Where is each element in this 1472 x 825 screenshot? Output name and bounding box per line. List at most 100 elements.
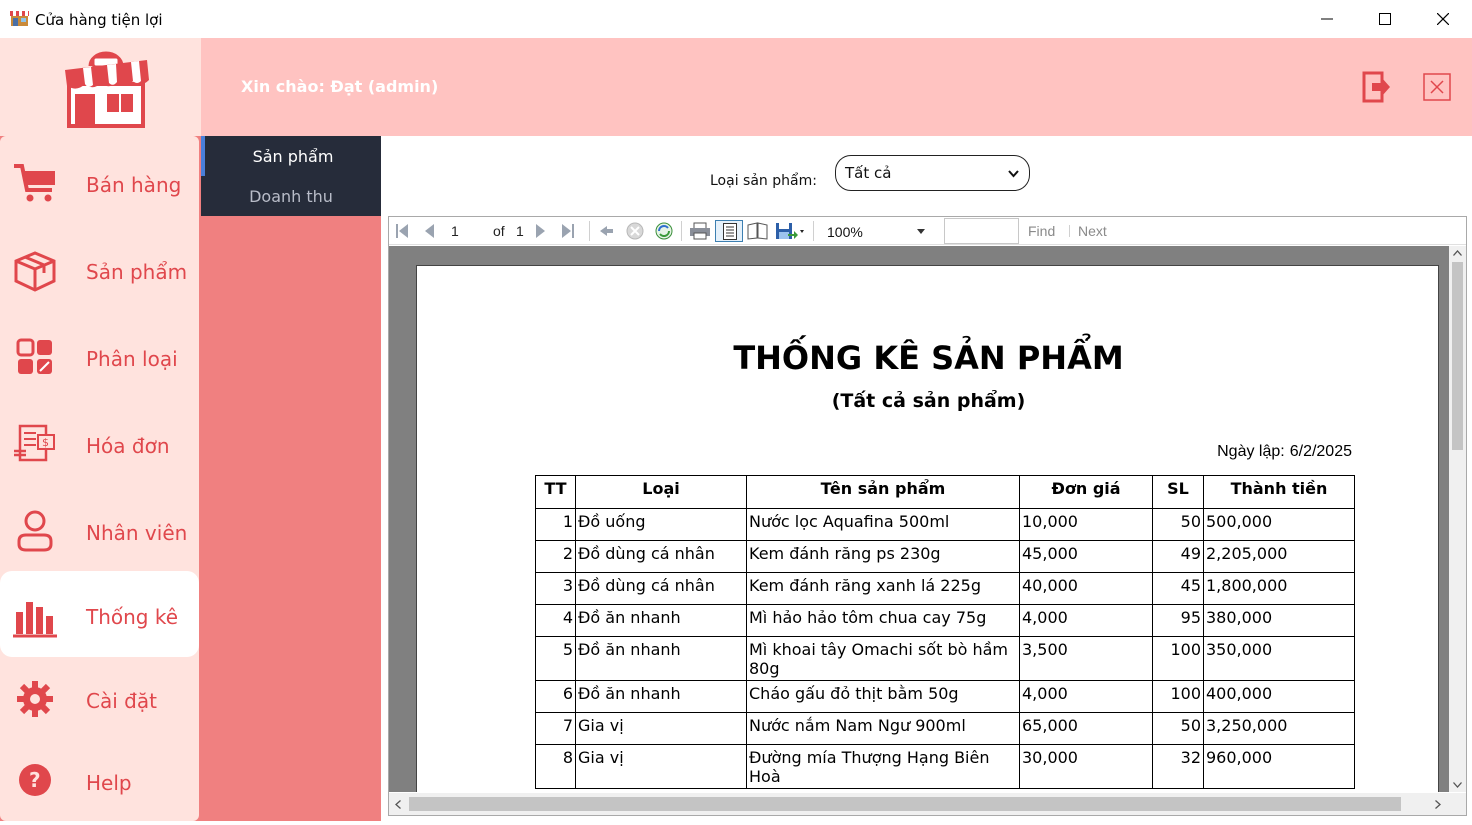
cell-loai: Đồ ăn nhanh [575, 604, 747, 637]
find-button[interactable]: Find [1028, 223, 1055, 239]
toolbar-separator [813, 221, 814, 241]
sidebar-item-label: Bán hàng [86, 173, 182, 197]
sidebar-item-label: Hóa đơn [86, 434, 170, 458]
store-app-icon [10, 11, 29, 26]
print-icon[interactable] [689, 222, 711, 240]
sidebar-item-nhan-vien[interactable]: Nhân viên [0, 488, 199, 574]
report-title: THỐNG KÊ SẢN PHẨM [733, 339, 1124, 377]
sidebar-item-ban-hang[interactable]: Bán hàng [0, 140, 199, 226]
page-setup-icon[interactable] [747, 222, 769, 240]
report-table: TT Loại Tên sản phẩm Đơn giá SL Thành ti… [535, 475, 1355, 789]
last-page-icon[interactable] [561, 222, 575, 240]
close-window-button[interactable] [1414, 0, 1472, 38]
back-icon[interactable] [598, 222, 614, 240]
cell-thanh-tien: 500,000 [1203, 508, 1355, 541]
exit-button[interactable] [1422, 71, 1452, 103]
horizontal-scrollbar[interactable] [389, 793, 1449, 815]
table-row: 2 Đồ dùng cá nhân Kem đánh răng ps 230g 45,… [535, 540, 1355, 573]
toolbar-separator [1069, 225, 1070, 237]
scroll-right-icon[interactable] [1435, 800, 1441, 809]
toolbar-separator [681, 221, 682, 241]
submenu: Sản phẩm Doanh thu [201, 136, 381, 821]
sidebar-item-san-pham[interactable]: Sản phẩm [0, 227, 199, 313]
scroll-down-icon[interactable] [1453, 782, 1462, 788]
cell-tt: 8 [535, 744, 576, 789]
cell-thanh-tien: 2,205,000 [1203, 540, 1355, 573]
logout-button[interactable] [1362, 71, 1392, 103]
chevron-down-icon [917, 229, 925, 234]
previous-page-icon[interactable] [423, 222, 435, 240]
cell-loai: Đồ ăn nhanh [575, 680, 747, 713]
minimize-button[interactable] [1298, 0, 1356, 38]
sidebar-item-label: Sản phẩm [86, 260, 188, 284]
report-canvas: THỐNG KÊ SẢN PHẨM (Tất cả sản phẩm) Ngày… [389, 246, 1449, 792]
scroll-up-icon[interactable] [1453, 250, 1462, 256]
find-input[interactable] [944, 218, 1019, 244]
cell-ten-san-pham: Nước nắm Nam Ngư 900ml [746, 712, 1020, 745]
cell-sl: 100 [1152, 636, 1204, 681]
table-row: 6 Đồ ăn nhanh Cháo gấu đỏ thịt bằm 50g 4,00… [535, 680, 1355, 713]
sidebar-item-cai-dat[interactable]: Cài đặt [0, 658, 199, 744]
sidebar-item-help[interactable]: ? Help [0, 739, 199, 825]
column-header-don-gia: Đơn giá [1019, 475, 1153, 509]
submenu-item-doanh-thu[interactable]: Doanh thu [201, 176, 381, 216]
sidebar-item-phan-loai[interactable]: Phân loại [0, 314, 199, 400]
sidebar: Bán hàng Sản phẩm Phân loại $ Hóa đơn Nh… [0, 136, 201, 821]
cell-sl: 45 [1152, 572, 1204, 605]
sidebar-panel: Bán hàng Sản phẩm Phân loại $ Hóa đơn Nh… [0, 136, 199, 821]
cell-don-gia: 3,500 [1019, 636, 1153, 681]
cell-tt: 3 [535, 572, 576, 605]
category-select[interactable]: Tất cả [835, 155, 1030, 191]
sidebar-item-hoa-don[interactable]: $ Hóa đơn [0, 401, 199, 487]
cell-sl: 50 [1152, 712, 1204, 745]
vertical-scroll-thumb[interactable] [1452, 262, 1463, 450]
submenu-item-san-pham[interactable]: Sản phẩm [201, 136, 381, 176]
find-next-button[interactable]: Next [1078, 223, 1107, 239]
current-page-field[interactable]: 1 [451, 223, 459, 239]
content-area: Loại sản phẩm: Tất cả 1 of 1 100% Find N… [381, 136, 1472, 821]
sidebar-item-label: Cài đặt [86, 689, 157, 713]
vertical-scrollbar[interactable] [1449, 246, 1466, 792]
print-layout-button[interactable] [715, 220, 743, 242]
cell-ten-san-pham: Cháo gấu đỏ thịt bằm 50g [746, 680, 1020, 713]
cell-don-gia: 65,000 [1019, 712, 1153, 745]
first-page-icon[interactable] [395, 222, 409, 240]
cell-loai: Đồ dùng cá nhân [575, 572, 747, 605]
help-icon: ? [19, 764, 51, 796]
scroll-left-icon[interactable] [395, 800, 401, 809]
table-row: 5 Đồ ăn nhanh Mì khoai tây Omachi sốt bò h… [535, 636, 1355, 681]
chevron-down-icon [1008, 170, 1019, 178]
cell-sl: 100 [1152, 680, 1204, 713]
header-bar: Xin chào: Đạt (admin) [201, 38, 1472, 136]
cell-tt: 4 [535, 604, 576, 637]
bar-chart-icon [13, 602, 57, 638]
user-icon [17, 510, 53, 552]
cell-tt: 6 [535, 680, 576, 713]
cell-loai: Gia vị [575, 744, 747, 789]
horizontal-scroll-thumb[interactable] [409, 797, 1401, 811]
zoom-select[interactable]: 100% [823, 221, 933, 241]
logo-area [0, 38, 201, 136]
zoom-value: 100% [827, 224, 863, 240]
cell-don-gia: 30,000 [1019, 744, 1153, 789]
of-label: of [493, 223, 505, 239]
cell-sl: 32 [1152, 744, 1204, 789]
print-layout-icon [723, 223, 737, 240]
maximize-button[interactable] [1356, 0, 1414, 38]
cell-ten-san-pham: Mì hảo hảo tôm chua cay 75g [746, 604, 1020, 637]
cell-sl: 49 [1152, 540, 1204, 573]
next-page-icon[interactable] [535, 222, 547, 240]
refresh-icon[interactable] [654, 222, 674, 240]
cell-don-gia: 10,000 [1019, 508, 1153, 541]
stop-icon[interactable] [625, 222, 645, 240]
box-icon [14, 251, 56, 292]
cell-loai: Đồ uống [575, 508, 747, 541]
sidebar-item-thong-ke[interactable]: Thống kê [0, 571, 199, 657]
cart-icon [14, 164, 55, 202]
svg-text:$: $ [42, 436, 49, 449]
scrollbar-corner [1449, 793, 1466, 815]
report-date: Ngày lập: 6/2/2025 [1217, 443, 1352, 461]
export-icon[interactable] [775, 222, 805, 240]
table-row: 4 Đồ ăn nhanh Mì hảo hảo tôm chua cay 75g 4… [535, 604, 1355, 637]
toolbar-separator [589, 221, 590, 241]
